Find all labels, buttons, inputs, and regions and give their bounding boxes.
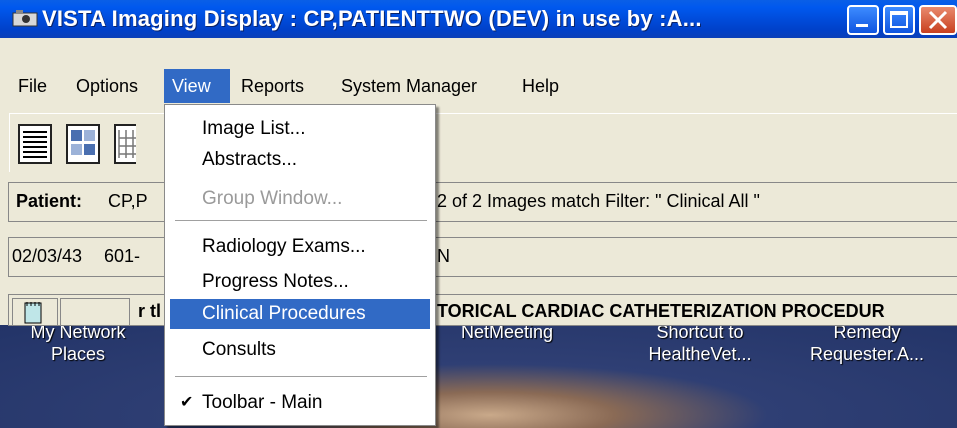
menu-item-group-window[interactable]: Group Window... xyxy=(170,184,430,214)
window-title: VISTA Imaging Display : CP,PATIENTTWO (D… xyxy=(42,6,702,31)
desktop-icon-label: Requester.A... xyxy=(809,344,925,364)
menu-item-clinical-procedures[interactable]: Clinical Procedures xyxy=(170,299,430,329)
notepad-icon xyxy=(24,302,42,324)
menu-options[interactable]: Options xyxy=(68,69,146,103)
menu-item-toolbar-main[interactable]: ✔ Toolbar - Main xyxy=(170,388,430,418)
desktop-icon-label: HealtheVet... xyxy=(648,344,752,364)
menu-file[interactable]: File xyxy=(10,69,55,103)
status-cell xyxy=(60,298,130,326)
patient-name: CP,P xyxy=(108,191,148,211)
thumbnails-icon xyxy=(71,130,95,155)
desktop-icon-healthevet-shortcut[interactable]: Shortcut to HealtheVet... xyxy=(630,321,770,365)
patient-label: Patient: xyxy=(16,191,83,211)
title-bar[interactable]: VISTA Imaging Display : CP,PATIENTTWO (D… xyxy=(0,0,957,38)
status-left-text: r tl xyxy=(138,301,162,321)
minimize-icon xyxy=(856,24,868,27)
vista-imaging-window: VISTA Imaging Display : CP,PATIENTTWO (D… xyxy=(0,0,957,326)
menu-reports[interactable]: Reports xyxy=(233,69,312,103)
desktop-icon-my-network-places[interactable]: My Network Places xyxy=(8,321,148,365)
menu-view[interactable]: View xyxy=(164,69,230,103)
menu-item-image-list[interactable]: Image List... xyxy=(170,114,430,144)
image-list-tool-button[interactable] xyxy=(18,124,52,164)
info-suffix: N xyxy=(437,246,450,266)
desktop-background: My Network Places NetMeeting Shortcut to… xyxy=(0,322,957,428)
desktop-icon-remedy-requester[interactable]: Remedy Requester.A... xyxy=(792,321,942,365)
maximize-button[interactable] xyxy=(883,5,915,35)
menu-system-manager[interactable]: System Manager xyxy=(333,69,485,103)
status-icon-cell xyxy=(12,298,58,326)
menu-separator xyxy=(175,220,427,222)
close-icon xyxy=(928,10,948,30)
list-icon xyxy=(23,131,47,158)
patient-dob: 02/03/43 xyxy=(12,246,83,266)
menu-item-abstracts[interactable]: Abstracts... xyxy=(170,145,430,175)
camera-icon xyxy=(12,10,38,27)
menu-separator xyxy=(175,376,427,378)
view-menu-dropdown: Image List... Abstracts... Group Window.… xyxy=(164,104,436,426)
menu-help[interactable]: Help xyxy=(514,69,567,103)
minimize-button[interactable] xyxy=(847,5,879,35)
maximize-icon xyxy=(890,11,908,28)
close-button[interactable] xyxy=(919,5,957,35)
abstracts-tool-button[interactable] xyxy=(66,124,100,164)
patient-id: 601- xyxy=(104,246,141,266)
main-toolbar xyxy=(9,113,957,172)
filter-status: 2 of 2 Images match Filter: " Clinical A… xyxy=(437,191,760,211)
status-procedure-text: TORICAL CARDIAC CATHETERIZATION PROCEDUR xyxy=(437,301,885,321)
menu-item-label: Toolbar - Main xyxy=(202,392,323,413)
menu-item-consults[interactable]: Consults xyxy=(170,335,430,365)
grid-icon xyxy=(118,130,136,158)
menu-item-radiology-exams[interactable]: Radiology Exams... xyxy=(170,232,430,262)
checkmark-icon: ✔ xyxy=(180,394,194,411)
group-tool-button[interactable] xyxy=(114,124,136,164)
desktop-icon-label: Places xyxy=(50,344,106,364)
menu-item-progress-notes[interactable]: Progress Notes... xyxy=(170,267,430,297)
patient-info-bar xyxy=(8,237,957,277)
